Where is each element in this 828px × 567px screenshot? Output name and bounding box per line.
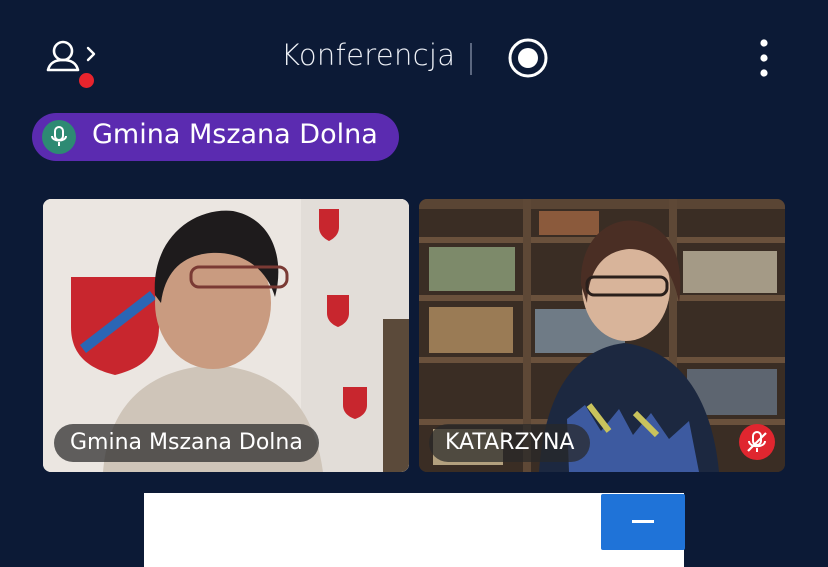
participants-button[interactable] xyxy=(44,38,100,90)
muted-microphone-icon xyxy=(747,431,767,452)
video-tile[interactable]: KATARZYNA xyxy=(419,199,785,472)
conference-title: Konferencja xyxy=(281,38,456,72)
video-tile[interactable]: Gmina Mszana Dolna xyxy=(43,199,409,472)
header-divider xyxy=(470,43,472,75)
minimize-icon xyxy=(632,520,654,523)
record-icon xyxy=(508,38,548,78)
speaker-mic-badge xyxy=(42,120,76,154)
muted-status-badge xyxy=(739,424,775,460)
active-speaker-indicator: Gmina Mszana Dolna xyxy=(32,113,399,161)
participant-name-tag: Gmina Mszana Dolna xyxy=(54,424,319,462)
more-vertical-icon xyxy=(760,39,768,77)
microphone-icon xyxy=(51,126,67,146)
notification-dot xyxy=(79,73,94,88)
minimize-button[interactable] xyxy=(601,494,685,550)
record-button[interactable] xyxy=(507,37,549,79)
participant-name-tag: KATARZYNA xyxy=(429,424,591,462)
active-speaker-name: Gmina Mszana Dolna xyxy=(92,119,378,150)
more-options-button[interactable] xyxy=(752,36,776,80)
